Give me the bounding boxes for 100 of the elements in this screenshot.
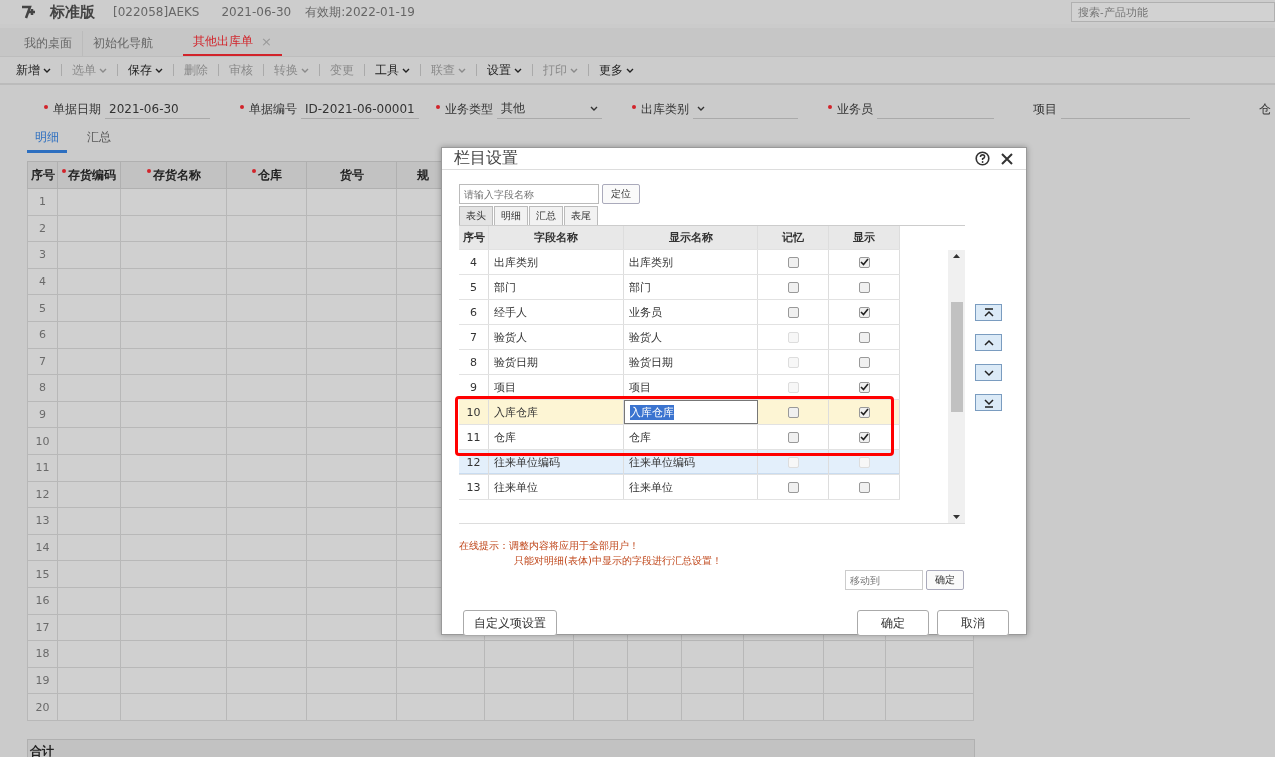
row-number: 5: [459, 275, 489, 299]
row-number: 12: [459, 450, 489, 474]
table-cell: 出库类别: [624, 250, 758, 274]
table-row[interactable]: 4 出库类别 出库类别: [459, 250, 900, 275]
row-number: 5: [27, 294, 58, 322]
row-number: 7: [27, 348, 58, 375]
column-header: 记忆: [758, 226, 829, 249]
dialog-tab[interactable]: 明细: [494, 206, 528, 225]
dialog-tab[interactable]: 表尾: [564, 206, 598, 225]
search-field[interactable]: 搜索-产品功能: [1071, 2, 1275, 22]
column-header: 货号: [306, 161, 397, 189]
field-label: 项目: [1032, 100, 1057, 118]
row-number: 18: [27, 640, 58, 668]
search-field[interactable]: 请输入字段名称: [459, 184, 599, 204]
row-number: 8: [459, 350, 489, 374]
dialog-tab[interactable]: 汇总: [529, 206, 563, 225]
table-row[interactable]: 12 往来单位编码 往来单位编码: [459, 450, 900, 475]
row-number: 2: [27, 215, 58, 242]
move-to-field[interactable]: 移动到: [845, 570, 923, 590]
row-number: 15: [27, 560, 58, 588]
table-row[interactable]: 10 入库仓库 入库仓库: [459, 400, 900, 425]
field-label: 出库类别: [632, 100, 689, 118]
table-cell: 部门: [489, 275, 624, 299]
table-cell: 往来单位编码: [624, 450, 758, 474]
row-number: 6: [459, 300, 489, 324]
row-number: 14: [27, 534, 58, 561]
locate-button[interactable]: 定位: [602, 184, 640, 204]
validity-date: 有效期:2022-01-19: [305, 3, 415, 21]
row-number: 7: [459, 325, 489, 349]
toolbar-button[interactable]: 新增: [12, 59, 55, 81]
row-number: 9: [27, 401, 58, 428]
table-cell: 仓库: [489, 425, 624, 449]
column-header: 序号: [459, 226, 489, 249]
table-cell: 业务员: [624, 300, 758, 324]
hint-text: 只能对明细(表体)中显示的字段进行汇总设置！: [513, 554, 723, 568]
row-number: 13: [27, 507, 58, 535]
input-field[interactable]: 2021-06-30: [105, 99, 210, 119]
row-number: 20: [27, 693, 58, 721]
table-row[interactable]: 7 验货人 验货人: [459, 325, 900, 350]
column-header: 存货编码: [57, 161, 121, 189]
table-row[interactable]: 5 部门 部门: [459, 275, 900, 300]
confirm-button[interactable]: 确定: [926, 570, 964, 590]
input-field[interactable]: 其他: [497, 99, 602, 119]
row-number: 12: [27, 481, 58, 508]
table-cell: 验货人: [624, 325, 758, 349]
table-cell: 验货人: [489, 325, 624, 349]
table-cell: 出库类别: [489, 250, 624, 274]
section-tab[interactable]: 汇总: [79, 125, 119, 153]
row-number: 13: [459, 475, 489, 499]
column-header: 显示名称: [624, 226, 758, 249]
toolbar-button[interactable]: 工具: [371, 59, 414, 81]
row-number: 17: [27, 614, 58, 641]
table-row[interactable]: 13 往来单位 往来单位: [459, 475, 900, 500]
row-number: 16: [27, 587, 58, 614]
login-date: 2021-06-30: [221, 5, 292, 19]
table-cell: 验货日期: [624, 350, 758, 374]
ok-button[interactable]: 确定: [857, 610, 929, 636]
column-header: 显示: [829, 226, 900, 249]
hint-text: 在线提示：调整内容将应用于全部用户！: [459, 539, 640, 553]
table-cell: 往来单位编码: [489, 450, 624, 474]
field-label: 业务员: [828, 100, 873, 118]
column-header: 仓库: [226, 161, 307, 189]
page-tab[interactable]: 初始化导航: [83, 31, 163, 56]
table-cell: 项目: [489, 375, 624, 399]
field-label: 业务类型: [436, 100, 493, 118]
table-cell: 往来单位: [489, 475, 624, 499]
dialog-tab[interactable]: 表头: [459, 206, 493, 225]
table-cell: 经手人: [489, 300, 624, 324]
total-label: 合计: [30, 743, 54, 757]
row-number: 8: [27, 374, 58, 402]
table-cell: 部门: [624, 275, 758, 299]
row-number: 3: [27, 241, 58, 269]
column-header: 序号: [27, 161, 58, 189]
table-row[interactable]: 6 经手人 业务员: [459, 300, 900, 325]
table-row[interactable]: 8 验货日期 验货日期: [459, 350, 900, 375]
table-cell: 验货日期: [489, 350, 624, 374]
input-field[interactable]: ID-2021-06-00001: [301, 99, 419, 119]
input-field[interactable]: 入库仓库: [624, 400, 758, 424]
custom-settings-button[interactable]: 自定义项设置: [463, 610, 557, 636]
row-number: 6: [27, 321, 58, 349]
field-label: 仓: [1258, 100, 1271, 118]
row-number: 11: [459, 425, 489, 449]
toolbar-button[interactable]: 保存: [124, 59, 167, 81]
table-cell: 往来单位: [624, 475, 758, 499]
page-tab[interactable]: 我的桌面: [14, 31, 83, 56]
field-label: 单据日期: [44, 100, 101, 118]
toolbar-button[interactable]: 设置: [483, 59, 526, 81]
row-number: 10: [27, 427, 58, 455]
toolbar-button[interactable]: 更多: [595, 59, 638, 81]
row-number: 11: [27, 454, 58, 482]
product-name: 标准版: [50, 2, 95, 22]
row-number: 1: [27, 188, 58, 216]
cancel-button[interactable]: 取消: [937, 610, 1009, 636]
row-number: 4: [27, 268, 58, 295]
row-number: 9: [459, 375, 489, 399]
field-label: 单据编号: [240, 100, 297, 118]
table-cell: 项目: [624, 375, 758, 399]
column-header: 字段名称: [489, 226, 624, 249]
column-header: 存货名称: [120, 161, 227, 189]
row-number: 19: [27, 667, 58, 694]
